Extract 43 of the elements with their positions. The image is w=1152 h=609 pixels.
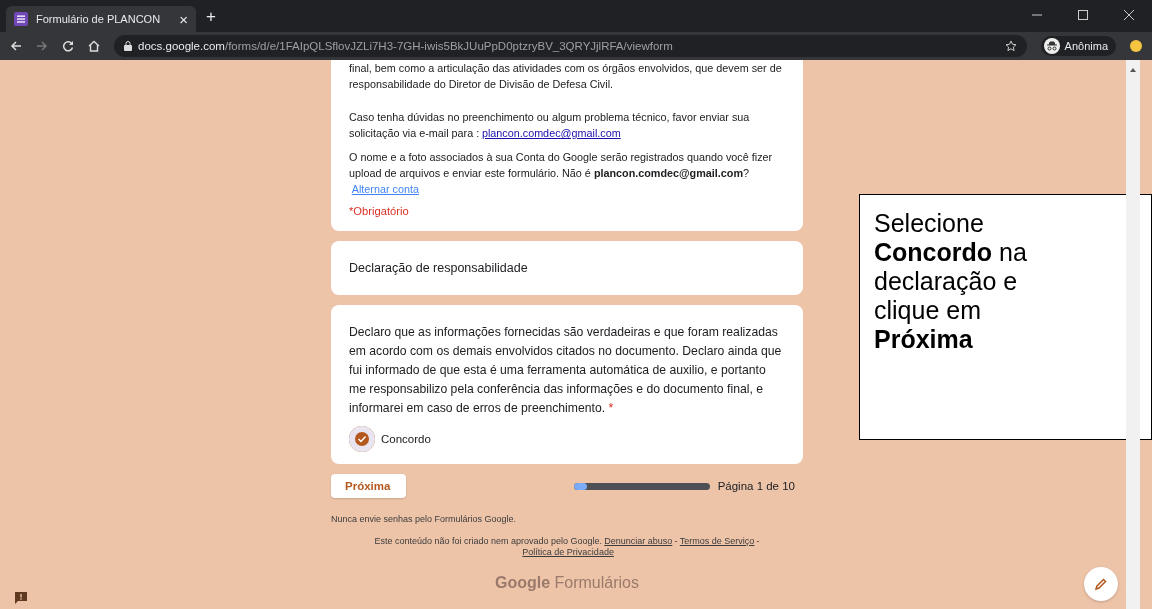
incognito-profile-button[interactable]: Anônima [1040,36,1116,56]
google-forms-logo: Google Formulários [494,574,640,592]
email-link[interactable]: Alternar conta [351,183,419,195]
intro-paragraph: final, bem como a articulação das atividades com os órgãos envolvidos, que devem ser de responsabilidade do Diretor de Divisão de Defesa Civil. [349,61,783,92]
checkmark-icon [357,434,367,444]
url-text: docs.google.com/forms/d/e/1FAIpQLSflovJZLi7H3-7GH-iwis5BkJUuPpD0ptzryBV_3QRYJjlRFA/viewform [138,40,674,52]
incognito-icon [1043,38,1060,54]
forms-icon [14,12,28,26]
footer-link[interactable]: Denunciar abuso [604,536,673,546]
instruction-callout: Selecione Concordo na declaração e clique em Próxima [859,194,1152,440]
section-title: Declaração de responsabilidade [349,261,528,275]
required-note: *Obrigatório [349,205,410,217]
next-button[interactable]: Próxima [331,474,406,498]
edit-button[interactable] [1084,567,1118,601]
lock-icon [124,41,132,51]
reload-icon[interactable] [62,40,74,52]
address-field[interactable]: docs.google.com/forms/d/e/1FAIpQLSflovJZLi7H3-7GH-iwis5BkJUuPpD0ptzryBV_3QRYJjlRFA/viewform [114,35,1027,57]
intro-paragraph: O nome e a foto associados à sua Conta do Google serão registrados quando você fizer upload de arquivos e enviar este formulário. Não é plancon.comdec@gmail.com? Alternar conta [349,150,774,197]
page-indicator: Página 1 de 10 [717,480,795,492]
star-icon[interactable] [1004,40,1017,52]
pencil-icon [1094,577,1108,591]
scrollbar[interactable] [1126,60,1140,609]
footer-link[interactable]: Termos de Serviço [679,536,755,546]
maximize-icon[interactable] [1078,10,1088,20]
home-icon[interactable] [88,40,100,52]
back-icon[interactable] [10,40,22,52]
footer-disclaimer: Este conteúdo não foi criado nem aprovado pelo Google. Denunciar abuso - Termos de Serviço - Política de Privacidade [373,536,761,558]
close-icon[interactable] [1124,10,1134,20]
agree-checkbox[interactable]: Concordo [349,426,785,452]
checkbox[interactable] [349,426,375,452]
question-text: Declaro que as informações fornecidas são verdadeiras e que foram realizadas em acordo com os demais envolvidos citados no documento. Declaro ainda que fui informado de que esta é uma ferramenta automática de auxilio, e portanto me responsabilizo pela conferência das informações e do documento final, e informarei em caso de erros de preenchimento. * [349,324,783,417]
tab-close-button[interactable]: × [179,10,188,28]
feedback-icon[interactable] [14,591,28,605]
new-tab-button[interactable]: + [206,7,216,27]
footer-link[interactable]: Política de Privacidade [522,547,614,557]
tab-title: Formulário de PLANCON [36,13,162,25]
alert-icon[interactable] [1130,40,1142,52]
email-link[interactable]: plancon.comdec@gmail.com [481,127,621,139]
scroll-up-icon[interactable] [1130,68,1136,72]
forward-icon[interactable] [36,40,48,52]
password-warning: Nunca envie senhas pelo Formulários Google. [331,514,518,524]
intro-paragraph: Caso tenha dúvidas no preenchimento ou algum problema técnico, favor enviar sua solicitação via e-mail para : plancon.comdec@gmail.com [349,110,751,141]
browser-tab[interactable]: Formulário de PLANCON × [6,6,196,32]
